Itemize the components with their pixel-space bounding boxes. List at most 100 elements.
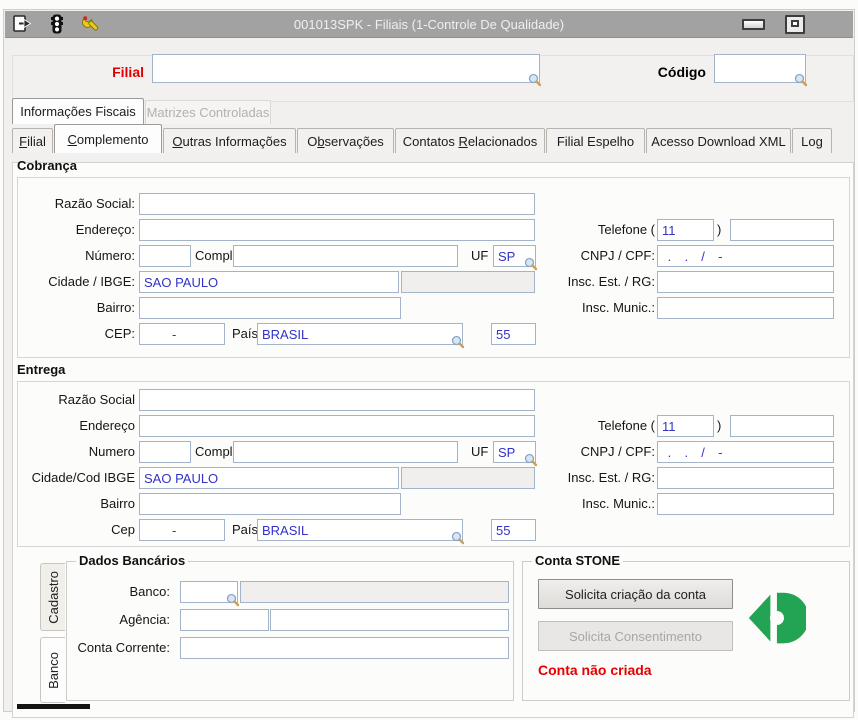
numero-input[interactable] — [139, 245, 191, 267]
conta-stone-title: Conta STONE — [532, 553, 623, 568]
telefone-label: Telefone ( — [597, 222, 655, 237]
pais-field[interactable] — [257, 519, 465, 545]
agencia-label: Agência: — [119, 612, 170, 627]
razao-social-input[interactable] — [139, 193, 535, 215]
endereco-input[interactable] — [139, 415, 535, 437]
conta-stone-status: Conta não criada — [538, 662, 652, 678]
tab-text: elacionados — [467, 133, 538, 149]
tab-accel: R — [458, 133, 468, 149]
cidade-input[interactable] — [139, 467, 399, 489]
telefone-input[interactable] — [730, 219, 834, 241]
insc-mun-input[interactable] — [657, 297, 834, 319]
pais-lookup-icon[interactable] — [451, 531, 465, 545]
ibge-input — [401, 271, 535, 293]
tab-matrizes-controladas[interactable]: Matrizes Controladas — [145, 100, 271, 124]
uf-lookup-icon[interactable] — [524, 453, 538, 467]
traffic-light-icon[interactable] — [47, 14, 67, 34]
filial-lookup-icon[interactable] — [528, 73, 542, 87]
codigo-input[interactable] — [714, 54, 806, 83]
cnpj-input[interactable] — [657, 441, 834, 463]
window-titlebar[interactable]: 001013SPK - Filiais (1-Controle De Quali… — [5, 11, 853, 38]
tab-label: Log — [801, 133, 823, 149]
minimize-button[interactable] — [742, 19, 765, 30]
side-tab-cadastro[interactable]: Cadastro — [40, 563, 65, 631]
numero-label: Numero — [88, 444, 135, 459]
cep-input[interactable] — [139, 323, 225, 345]
pais-input[interactable] — [257, 519, 463, 541]
pais-cod-input[interactable] — [491, 323, 536, 345]
bairro-input[interactable] — [139, 493, 401, 515]
agencia-complemento-input[interactable] — [270, 609, 509, 631]
cnpj-label: CNPJ / CPF: — [580, 444, 655, 459]
tab-text: O — [307, 133, 318, 149]
cidade-ibge-label: Cidade / IBGE: — [48, 274, 135, 289]
tab-acesso-download-xml[interactable]: Acesso Download XML — [646, 128, 791, 153]
application-window: 001013SPK - Filiais (1-Controle De Quali… — [0, 0, 858, 720]
pais-input[interactable] — [257, 323, 463, 345]
pais-label: País — [232, 522, 259, 537]
uf-field[interactable] — [493, 441, 538, 467]
codigo-label: Código — [657, 64, 706, 80]
telefone-close-paren: ) — [717, 222, 722, 237]
tab-label: Filial Espelho — [556, 133, 635, 149]
pais-label: País — [232, 326, 259, 341]
banco-descricao-input — [240, 581, 509, 603]
numero-label: Número: — [85, 248, 135, 263]
insc-mun-input[interactable] — [657, 493, 834, 515]
cnpj-input[interactable] — [657, 245, 834, 267]
uf-lookup-icon[interactable] — [524, 257, 538, 271]
filial-input[interactable] — [152, 54, 540, 83]
tab-label: Matrizes Controladas — [146, 105, 270, 120]
tab-complemento[interactable]: Complemento — [54, 124, 162, 153]
telefone-input[interactable] — [730, 415, 834, 437]
ddd-input[interactable] — [657, 415, 714, 437]
conta-corrente-input[interactable] — [180, 637, 509, 659]
banco-lookup-icon[interactable] — [226, 593, 240, 607]
solicita-consentimento-button[interactable]: Solicita Consentimento — [538, 621, 733, 651]
razao-social-input[interactable] — [139, 389, 535, 411]
filial-field[interactable] — [152, 54, 542, 87]
tab-log[interactable]: Log — [792, 128, 832, 153]
insc-est-input[interactable] — [657, 271, 834, 293]
tab-filial[interactable]: Filial — [12, 128, 53, 153]
pais-lookup-icon[interactable] — [451, 335, 465, 349]
tab-accel: b — [317, 133, 325, 149]
cobranca-section-title: Cobrança — [17, 158, 77, 173]
maximize-button[interactable] — [785, 15, 805, 34]
tab-text: omplemento — [76, 131, 149, 147]
endereco-input[interactable] — [139, 219, 535, 241]
tab-label: Informações Fiscais — [20, 104, 136, 119]
codigo-field[interactable] — [714, 54, 808, 87]
uf-field[interactable] — [493, 245, 538, 271]
exit-icon[interactable] — [12, 14, 32, 34]
compl-input[interactable] — [233, 441, 458, 463]
solicita-criacao-conta-button[interactable]: Solicita criação da conta — [538, 579, 733, 609]
splitter-handle[interactable] — [17, 704, 90, 709]
tab-observacoes[interactable]: Observações — [297, 128, 394, 153]
banco-field[interactable] — [180, 581, 240, 607]
ddd-input[interactable] — [657, 219, 714, 241]
endereco-label: Endereço: — [75, 222, 135, 237]
tab-informacoes-fiscais[interactable]: Informações Fiscais — [12, 98, 144, 124]
side-tab-label: Cadastro — [45, 570, 61, 624]
tab-filial-espelho[interactable]: Filial Espelho — [546, 128, 645, 153]
numero-input[interactable] — [139, 441, 191, 463]
agencia-input[interactable] — [180, 609, 269, 631]
wrench-icon[interactable] — [81, 14, 101, 34]
tab-outras-informacoes[interactable]: Outras Informações — [163, 128, 296, 153]
compl-input[interactable] — [233, 245, 458, 267]
insc-est-input[interactable] — [657, 467, 834, 489]
cidade-input[interactable] — [139, 271, 399, 293]
cep-input[interactable] — [139, 519, 225, 541]
side-tab-banco[interactable]: Banco — [40, 637, 65, 703]
tab-contatos-relacionados[interactable]: Contatos Relacionados — [395, 128, 545, 153]
pais-field[interactable] — [257, 323, 465, 349]
tab-accel: C — [67, 131, 77, 147]
cnpj-label: CNPJ / CPF: — [580, 248, 655, 263]
bairro-input[interactable] — [139, 297, 401, 319]
cidade-ibge-label: Cidade/Cod IBGE — [31, 470, 135, 485]
bairro-label: Bairro: — [96, 300, 135, 315]
pais-cod-input[interactable] — [491, 519, 536, 541]
codigo-lookup-icon[interactable] — [794, 73, 808, 87]
compl-label: Compl. — [195, 444, 237, 459]
